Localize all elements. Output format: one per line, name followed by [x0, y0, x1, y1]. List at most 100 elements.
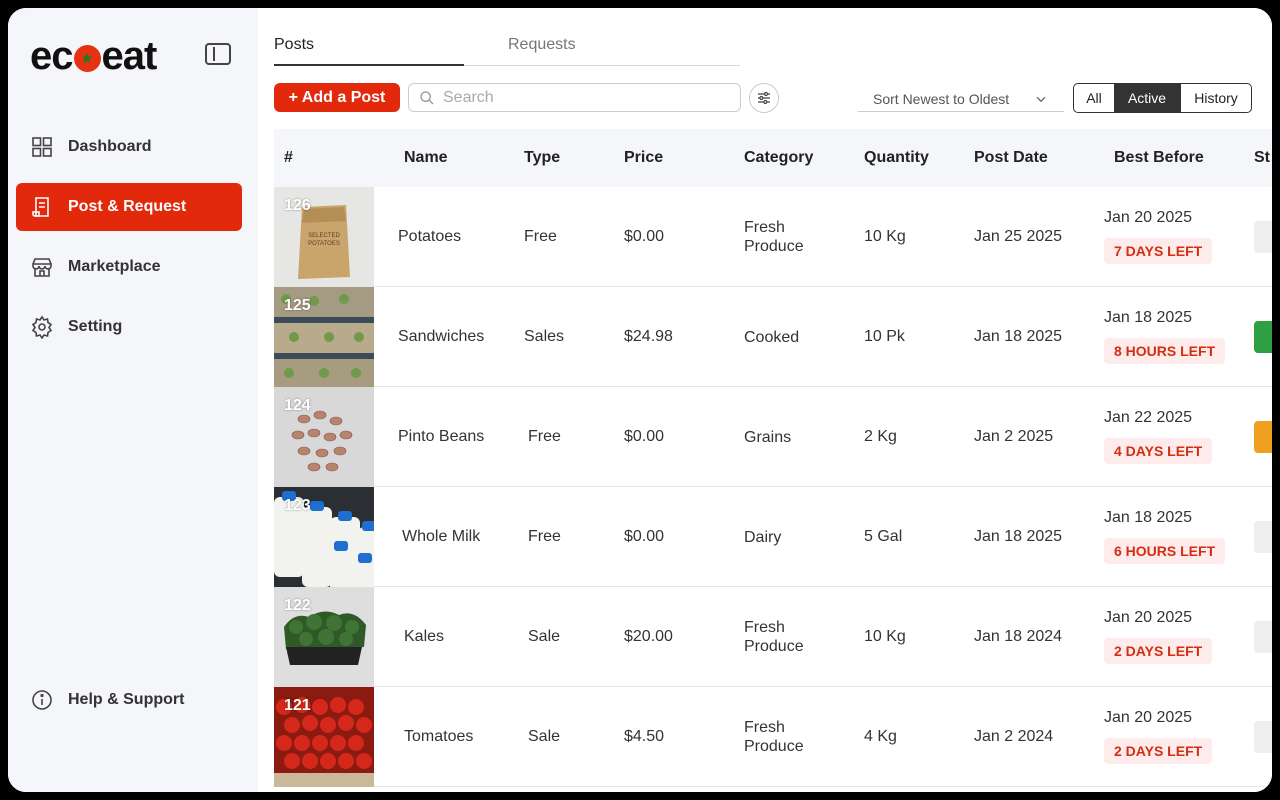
nav-label: Marketplace: [68, 258, 161, 275]
logo-text-left: ec: [30, 33, 73, 78]
time-left-badge: 7 DAYS LEFT: [1104, 238, 1213, 264]
table-row[interactable]: 123 Whole Milk Free $0.00 Dairy 5 Gal Ja…: [274, 487, 1272, 587]
table-header: # Name Type Price Category Quantity Post…: [274, 129, 1272, 187]
row-type: Sale: [528, 728, 561, 745]
row-category: Grains: [744, 429, 792, 446]
row-quantity: 10 Pk: [864, 328, 905, 345]
row-post-date: Jan 2 2025: [974, 428, 1054, 445]
filter-button[interactable]: [749, 83, 779, 113]
row-type: Sale: [528, 628, 561, 645]
row-category: Fresh Produce: [744, 619, 804, 655]
sidebar-collapse-icon[interactable]: [205, 43, 231, 65]
info-icon: [30, 688, 54, 712]
row-type: Sales: [524, 328, 565, 345]
sort-dropdown[interactable]: Sort Newest to Oldest: [858, 86, 1064, 112]
sort-label: Sort Newest to Oldest: [873, 90, 1010, 107]
row-name: Whole Milk: [402, 528, 481, 545]
nav-item-help-support[interactable]: Help & Support: [16, 676, 242, 724]
status-badge: [1254, 721, 1272, 753]
nav-item-marketplace[interactable]: Marketplace: [16, 243, 242, 291]
segment-all[interactable]: All: [1074, 84, 1114, 112]
row-price: $24.98: [624, 328, 673, 345]
kales-image: 122: [274, 587, 374, 687]
add-post-button[interactable]: + Add a Post: [274, 83, 400, 112]
whole-milk-image: 123: [274, 487, 374, 587]
status-badge: [1254, 421, 1272, 453]
sliders-icon: [758, 91, 770, 105]
gear-icon: [30, 315, 54, 339]
status-badge: [1254, 521, 1272, 553]
status-badge: [1254, 621, 1272, 653]
status-badge: [1254, 321, 1272, 353]
row-type: Free: [524, 228, 557, 245]
potatoes-image: SELECTED POTATOES 126: [274, 187, 374, 287]
time-left-badge: 2 DAYS LEFT: [1104, 738, 1213, 764]
row-best-before: Jan 18 2025: [1104, 509, 1193, 526]
nav-label: Setting: [68, 318, 123, 335]
table-row[interactable]: 121 Tomatoes Sale $4.50 Fresh Produce 4 …: [274, 687, 1272, 787]
segment-history[interactable]: History: [1180, 84, 1251, 112]
row-id: 126: [284, 197, 311, 214]
row-price: $0.00: [624, 428, 665, 445]
row-category: Dairy: [744, 529, 782, 546]
row-category: Cooked: [744, 329, 800, 346]
row-quantity: 5 Gal: [864, 528, 903, 545]
row-price: $4.50: [624, 728, 665, 745]
row-best-before: Jan 20 2025: [1104, 709, 1193, 726]
table-row[interactable]: 125 Sandwiches Sales $24.98 Cooked 10 Pk…: [274, 287, 1272, 387]
tab-bar: Posts Requests: [274, 36, 740, 66]
row-best-before: Jan 20 2025: [1104, 209, 1193, 226]
nav-item-dashboard[interactable]: Dashboard: [16, 123, 242, 171]
nav-item-setting[interactable]: Setting: [16, 303, 242, 351]
row-id: 125: [284, 297, 311, 314]
header-status: St: [1254, 149, 1270, 166]
sidebar: ec eat Dashboard Post & Request Marketpl…: [8, 8, 258, 792]
row-quantity: 10 Kg: [864, 628, 906, 645]
row-best-before: Jan 18 2025: [1104, 309, 1193, 326]
status-badge: [1254, 221, 1272, 253]
segment-active[interactable]: Active: [1114, 84, 1180, 112]
row-best-before: Jan 20 2025: [1104, 609, 1193, 626]
store-icon: [30, 255, 54, 279]
row-quantity: 4 Kg: [864, 728, 897, 745]
row-price: $20.00: [624, 628, 673, 645]
row-post-date: Jan 25 2025: [974, 228, 1063, 245]
main-content: Posts Requests + Add a Post Sort Newest …: [258, 8, 1272, 792]
row-price: $0.00: [624, 528, 665, 545]
row-id: 122: [284, 597, 311, 614]
row-type: Free: [528, 528, 561, 545]
header-post-date: Post Date: [974, 149, 1048, 166]
row-category: Fresh Produce: [744, 719, 804, 755]
row-quantity: 10 Kg: [864, 228, 906, 245]
nav-label: Post & Request: [68, 198, 187, 215]
row-name: Tomatoes: [404, 728, 474, 745]
table-row[interactable]: 122 Kales Sale $20.00 Fresh Produce 10 K…: [274, 587, 1272, 687]
header-category: Category: [744, 149, 814, 166]
row-post-date: Jan 18 2025: [974, 328, 1063, 345]
search-input[interactable]: [443, 88, 723, 107]
row-type: Free: [528, 428, 561, 445]
logo-text-right: eat: [101, 33, 158, 78]
device-frame: ec eat Dashboard Post & Request Marketpl…: [0, 0, 1280, 800]
table-row[interactable]: SELECTED POTATOES 126 Potatoes Free $0.00…: [274, 187, 1272, 287]
tab-requests[interactable]: Requests: [508, 36, 658, 66]
tomato-icon: [73, 44, 101, 72]
row-name: Potatoes: [398, 228, 462, 245]
row-post-date: Jan 18 2024: [974, 628, 1063, 645]
nav-item-post-request[interactable]: Post & Request: [16, 183, 242, 231]
status-filter-segmented: All Active History: [1073, 83, 1252, 113]
nav-label: Dashboard: [68, 138, 152, 155]
row-name: Kales: [404, 628, 445, 645]
row-post-date: Jan 2 2024: [974, 728, 1054, 745]
row-id: 121: [284, 697, 311, 714]
nav-label: Help & Support: [68, 691, 185, 708]
sandwiches-image: 125: [274, 287, 374, 387]
header-quantity: Quantity: [864, 149, 929, 166]
tomatoes-image: 121: [274, 687, 374, 787]
tab-posts[interactable]: Posts: [274, 36, 464, 66]
logo: ec eat: [30, 33, 158, 78]
svg-text:POTATOES: POTATOES: [308, 241, 340, 247]
table-row[interactable]: 124 Pinto Beans Free $0.00 Grains 2 Kg J…: [274, 387, 1272, 487]
time-left-badge: 8 HOURS LEFT: [1104, 338, 1226, 364]
row-price: $0.00: [624, 228, 665, 245]
